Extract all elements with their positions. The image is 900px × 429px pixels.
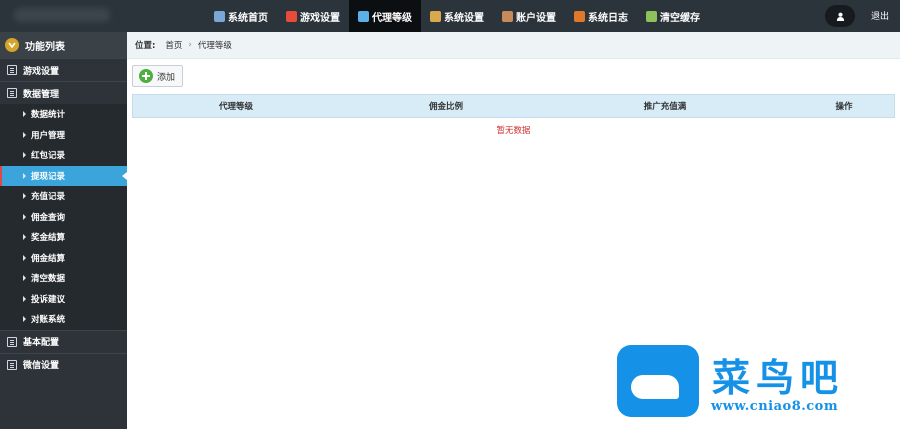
sidebar-title: 功能列表 xyxy=(25,41,65,53)
sidebar-section-2[interactable]: 基本配置 xyxy=(0,329,127,353)
list-icon xyxy=(7,336,17,347)
caret-right-icon xyxy=(23,111,26,118)
user-icon xyxy=(836,12,844,21)
sidebar-section-3[interactable]: 微信设置 xyxy=(0,352,127,376)
sidebar-section-1[interactable]: 数据管理 xyxy=(0,81,127,104)
top-bar: 系统首页 游戏设置 代理等级 系统设置 账户设置 系统日志 清空缓存 退出 xyxy=(0,0,900,32)
sidebar-item-label: 对账系统 xyxy=(31,315,66,326)
column-header-commission: 佣金比例 xyxy=(428,102,464,112)
nav-item-3[interactable]: 系统设置 xyxy=(421,0,493,32)
list-icon xyxy=(7,65,17,75)
column-header-recharge: 推广充值满 xyxy=(643,102,687,112)
nav-item-label: 系统日志 xyxy=(588,12,628,24)
sidebar-item-1-0[interactable]: 数据统计 xyxy=(0,104,127,125)
sidebar-item-1-5[interactable]: 佣金查询 xyxy=(0,206,127,227)
sidebar-item-1-4[interactable]: 充值记录 xyxy=(0,186,127,207)
nav-item-6[interactable]: 清空缓存 xyxy=(637,0,709,32)
sidebar-item-label: 奖金结算 xyxy=(31,233,66,244)
sidebar-item-1-3[interactable]: 提现记录 xyxy=(0,165,127,186)
sidebar-item-label: 红包记录 xyxy=(31,151,66,162)
sidebar-menu: 游戏设置数据管理数据统计用户管理红包记录提现记录充值记录佣金查询奖金结算佣金结算… xyxy=(0,58,127,376)
sidebar-item-label: 佣金查询 xyxy=(31,212,66,223)
breadcrumb-home[interactable]: 首页 xyxy=(165,39,182,51)
user-icon xyxy=(502,10,513,22)
nav-item-label: 系统首页 xyxy=(228,12,268,24)
home-icon xyxy=(214,10,225,22)
network-icon xyxy=(646,10,657,22)
watermark-url: www.cniao8.com xyxy=(711,399,839,414)
globe-icon xyxy=(358,10,369,22)
caret-right-icon xyxy=(23,213,26,220)
add-button[interactable]: 添加 xyxy=(132,65,183,87)
caret-right-icon xyxy=(23,172,26,179)
caret-right-icon xyxy=(23,131,26,138)
column-header-level: 代理等级 xyxy=(218,102,254,112)
list-icon xyxy=(7,88,17,98)
caret-right-icon xyxy=(23,193,26,200)
sidebar-section-0[interactable]: 游戏设置 xyxy=(0,58,127,81)
watermark: 菜鸟吧 www.cniao8.com xyxy=(617,345,892,420)
sidebar-item-label: 充值记录 xyxy=(31,192,66,203)
table-header: 代理等级 佣金比例 推广充值满 操作 xyxy=(132,94,895,118)
caret-right-icon xyxy=(23,234,26,241)
caret-right-icon xyxy=(23,316,26,323)
sidebar-item-label: 用户管理 xyxy=(31,130,66,141)
caret-right-icon xyxy=(23,152,26,159)
sidebar-item-1-10[interactable]: 对账系统 xyxy=(0,309,127,330)
nav-item-label: 系统设置 xyxy=(444,12,484,24)
sidebar: 功能列表 游戏设置数据管理数据统计用户管理红包记录提现记录充值记录佣金查询奖金结… xyxy=(0,32,127,429)
sidebar-item-1-7[interactable]: 佣金结算 xyxy=(0,247,127,268)
caret-right-icon xyxy=(23,295,26,302)
game-icon xyxy=(286,10,297,22)
sidebar-item-1-8[interactable]: 清空数据 xyxy=(0,268,127,289)
nav-item-4[interactable]: 账户设置 xyxy=(493,0,565,32)
add-button-label: 添加 xyxy=(157,72,176,83)
caret-right-icon xyxy=(23,254,26,261)
nav-item-label: 游戏设置 xyxy=(300,12,340,24)
sidebar-header[interactable]: 功能列表 xyxy=(0,32,127,58)
nav-item-1[interactable]: 游戏设置 xyxy=(277,0,349,32)
nav-item-label: 账户设置 xyxy=(516,12,556,24)
breadcrumb-label: 位置: xyxy=(135,41,156,51)
sidebar-item-label: 提现记录 xyxy=(31,171,66,182)
caret-right-icon xyxy=(23,275,26,282)
logo xyxy=(14,8,110,22)
breadcrumb-separator: › xyxy=(188,40,192,50)
nav-item-2[interactable]: 代理等级 xyxy=(349,0,421,32)
breadcrumb: 位置: 首页 › 代理等级 xyxy=(127,32,900,59)
logout-link[interactable]: 退出 xyxy=(871,9,889,22)
breadcrumb-current: 代理等级 xyxy=(197,41,232,51)
empty-message: 暂无数据 xyxy=(496,126,531,136)
column-header-actions: 操作 xyxy=(835,102,853,112)
sidebar-section-label: 基本配置 xyxy=(23,338,60,348)
sidebar-item-1-1[interactable]: 用户管理 xyxy=(0,124,127,145)
sidebar-item-label: 清空数据 xyxy=(31,274,66,285)
watermark-title: 菜鸟吧 xyxy=(712,355,845,400)
nav-item-5[interactable]: 系统日志 xyxy=(565,0,637,32)
sidebar-item-label: 佣金结算 xyxy=(31,253,66,264)
nav-item-label: 清空缓存 xyxy=(660,12,700,24)
plus-icon xyxy=(139,69,153,83)
tools-icon xyxy=(430,10,441,22)
nav-item-0[interactable]: 系统首页 xyxy=(205,0,277,32)
book-icon xyxy=(574,10,585,22)
sidebar-section-label: 游戏设置 xyxy=(23,66,60,77)
chevron-down-icon xyxy=(5,38,19,52)
list-icon xyxy=(7,359,17,370)
sidebar-item-label: 数据统计 xyxy=(31,110,66,121)
sidebar-section-label: 微信设置 xyxy=(23,361,60,371)
user-button[interactable] xyxy=(825,5,855,27)
sidebar-section-label: 数据管理 xyxy=(23,89,60,100)
top-nav: 系统首页 游戏设置 代理等级 系统设置 账户设置 系统日志 清空缓存 xyxy=(205,0,709,32)
sidebar-item-label: 投诉建议 xyxy=(31,294,66,305)
nav-item-label: 代理等级 xyxy=(372,12,412,24)
sidebar-item-1-2[interactable]: 红包记录 xyxy=(0,145,127,166)
bird-logo-icon xyxy=(617,345,699,417)
sidebar-item-1-9[interactable]: 投诉建议 xyxy=(0,288,127,309)
agent-level-table: 代理等级 佣金比例 推广充值满 操作 暂无数据 xyxy=(132,94,895,136)
sidebar-item-1-6[interactable]: 奖金结算 xyxy=(0,227,127,248)
